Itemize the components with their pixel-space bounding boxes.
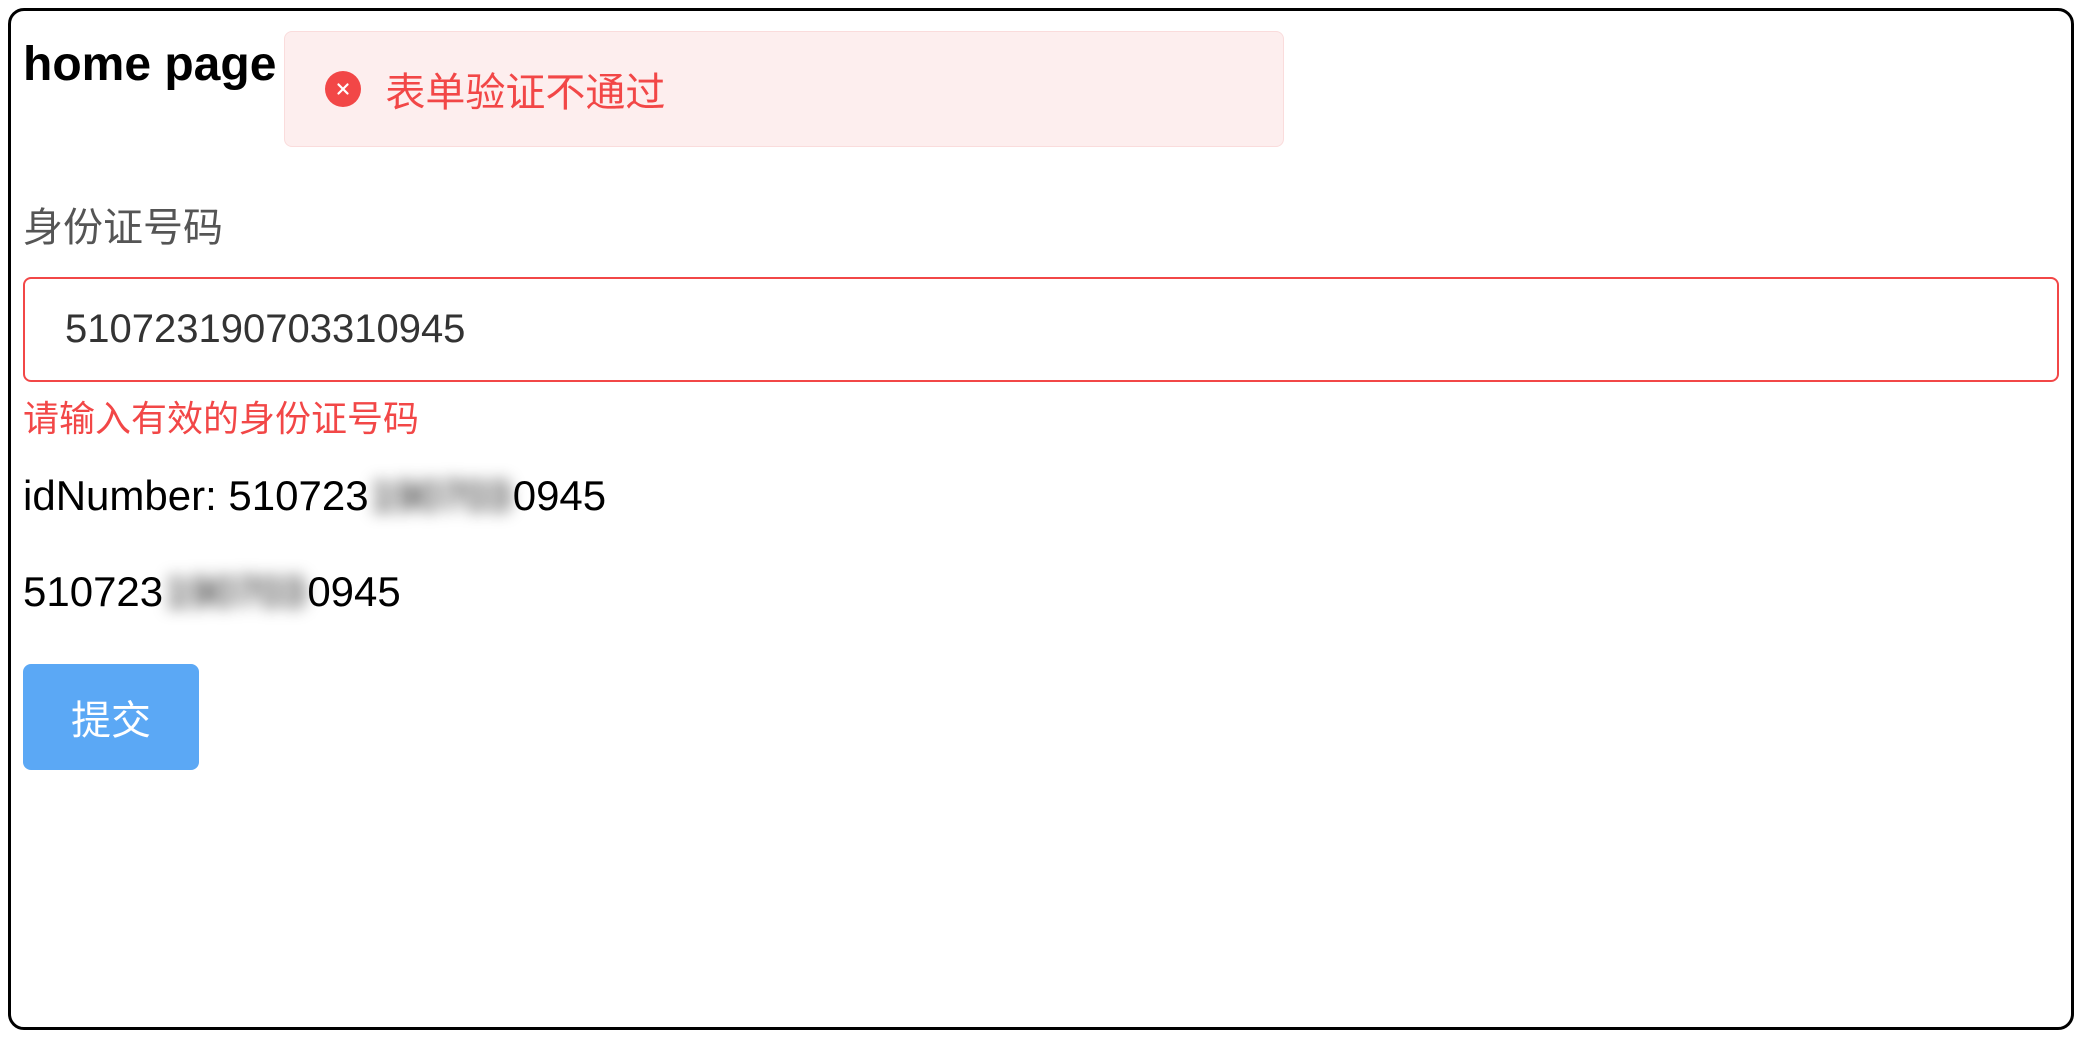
alert-message: 表单验证不通过 [385,60,665,118]
display-prefix-1: idNumber: 510723 [23,472,369,520]
display-blurred-2: 190703 [165,568,305,616]
error-alert: 表单验证不通过 [284,31,1284,147]
page-title: home page [23,39,276,92]
id-number-display-2: 510723 190703 0945 [23,568,2059,616]
close-icon [325,71,361,107]
id-label: 身份证号码 [23,195,2059,253]
display-prefix-2: 510723 [23,568,163,616]
header-row: home page 表单验证不通过 [23,31,2059,147]
id-number-display-1: idNumber: 510723 190703 0945 [23,472,2059,520]
id-number-input[interactable] [23,277,2059,382]
page-container: home page 表单验证不通过 身份证号码 请输入有效的身份证号码 idNu… [8,8,2074,1030]
display-blurred-1: 190703 [371,472,511,520]
display-suffix-1: 0945 [513,472,606,520]
display-suffix-2: 0945 [307,568,400,616]
validation-error: 请输入有效的身份证号码 [23,390,2059,442]
submit-button[interactable]: 提交 [23,664,199,770]
